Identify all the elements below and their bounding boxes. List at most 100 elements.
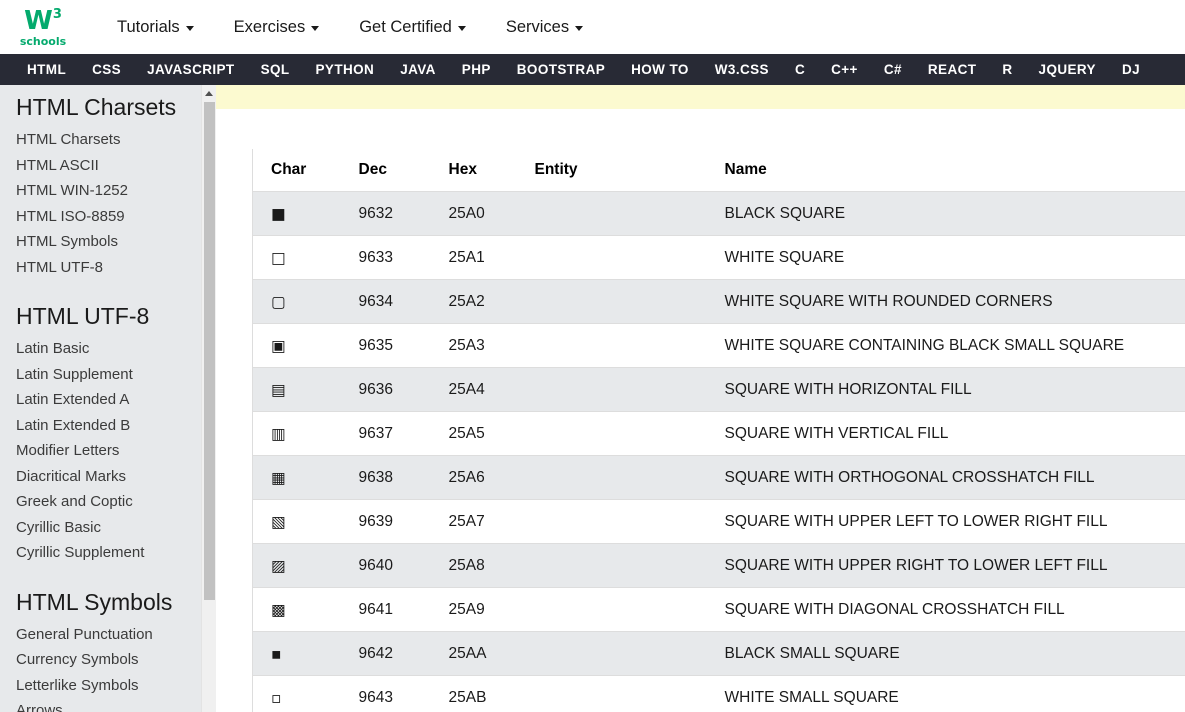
table-row: ▦ 9638 25A6 SQUARE WITH ORTHOGONAL CROSSHAT… [252,455,1185,500]
sidebar-heading-html-charsets: HTML Charsets [16,94,177,120]
table-row: ▫ 9643 25AB WHITE SMALL SQUARE [252,675,1185,712]
cell-dec: 9637 [340,411,431,456]
charset-table-body: ■ 9632 25A0 BLACK SQUARE □ 9633 25A1 WHITE SQUA… [252,191,1185,712]
cell-entity [516,367,707,412]
cell-entity [516,323,707,368]
nav-item-dj[interactable]: DJ [1109,62,1153,77]
nav-item-c[interactable]: C++ [818,62,871,77]
sidebar-item-html-ascii[interactable]: HTML ASCII [16,153,216,179]
category-nav-bar: HTML CSS JAVASCRIPT SQL PYTHON JAVA PHP BOOTSTR… [0,54,1185,85]
nav-item-jquery[interactable]: JQUERY [1026,62,1109,77]
cell-hex: 25A7 [430,499,517,544]
nav-item-css[interactable]: CSS [79,62,134,77]
sidebar-item-modifier-letters[interactable]: Modifier Letters [16,438,216,464]
sidebar-item-latin-basic[interactable]: Latin Basic [16,336,216,362]
nav-item-c[interactable]: C# [871,62,915,77]
sidebar-item-latin-extended-b[interactable]: Latin Extended B [16,413,216,439]
sidebar-scrollbar[interactable] [201,85,216,712]
cell-char: ▩ [252,587,341,632]
cell-hex: 25AB [430,675,517,712]
nav-item-w3-css[interactable]: W3.CSS [702,62,782,77]
scroll-up-arrow-icon[interactable] [202,85,216,102]
nav-item-sql[interactable]: SQL [248,62,303,77]
cell-dec: 9640 [340,543,431,588]
cell-name: WHITE SQUARE WITH ROUNDED CORNERS [706,279,1185,324]
charset-table-header-row: Char Dec Hex Entity Name [252,149,1185,192]
sidebar-item-html-iso-8859[interactable]: HTML ISO-8859 [16,204,216,230]
column-header-name: Name [706,149,1185,192]
cell-char: ▨ [252,543,341,588]
cell-char: ▢ [252,279,341,324]
cell-dec: 9633 [340,235,431,280]
cell-char: ▤ [252,367,341,412]
nav-item-javascript[interactable]: JAVASCRIPT [134,62,248,77]
cell-hex: 25A1 [430,235,517,280]
top-menu-item-label: Services [505,17,570,36]
nav-item-php[interactable]: PHP [449,62,504,77]
cell-name: WHITE SQUARE CONTAINING BLACK SMALL SQUA… [706,323,1185,368]
column-header-dec: Dec [340,149,431,192]
chevron-down-icon [185,25,194,31]
sidebar-item-latin-extended-a[interactable]: Latin Extended A [16,387,216,413]
nav-item-java[interactable]: JAVA [387,62,449,77]
top-menu-item-get-certified[interactable]: Get Certified [346,18,479,37]
nav-item-r[interactable]: R [989,62,1025,77]
charset-table-head: Char Dec Hex Entity Name [252,149,1185,192]
sidebar-item-diacritical-marks[interactable]: Diacritical Marks [16,464,216,490]
logo-mark: W 3 [24,8,62,34]
cell-name: SQUARE WITH VERTICAL FILL [706,411,1185,456]
w3schools-logo[interactable]: W 3 schools [14,8,72,47]
cell-dec: 9639 [340,499,431,544]
table-row: □ 9633 25A1 WHITE SQUARE [252,235,1185,280]
nav-item-react[interactable]: REACT [915,62,990,77]
sidebar-item-currency-symbols[interactable]: Currency Symbols [16,647,216,673]
cell-char: ▥ [252,411,341,456]
sidebar-heading-html-utf-8: HTML UTF-8 [16,303,150,329]
chevron-down-icon [311,25,320,31]
sidebar-content: HTML Charsets HTML Charsets HTML ASCII HTML… [0,85,216,712]
sidebar-item-cyrillic-basic[interactable]: Cyrillic Basic [16,515,216,541]
cell-char: ▪ [252,631,341,676]
nav-item-html[interactable]: HTML [14,62,79,77]
sidebar-item-latin-supplement[interactable]: Latin Supplement [16,362,216,388]
table-row: ▩ 9641 25A9 SQUARE WITH DIAGONAL CROSSHATCH… [252,587,1185,632]
top-menu-item-exercises[interactable]: Exercises [221,18,333,37]
chevron-down-icon [575,25,584,31]
top-menu-item-label: Exercises [233,17,306,36]
top-menu-item-label: Get Certified [359,17,452,36]
sidebar-item-html-charsets[interactable]: HTML Charsets [16,127,216,153]
nav-item-python[interactable]: PYTHON [303,62,388,77]
sidebar: HTML Charsets HTML Charsets HTML ASCII HTML… [0,85,216,712]
sidebar-item-general-punctuation[interactable]: General Punctuation [16,622,216,648]
sidebar-item-letterlike-symbols[interactable]: Letterlike Symbols [16,673,216,699]
page-body: HTML Charsets HTML Charsets HTML ASCII HTML… [0,85,1185,712]
sidebar-item-html-win-1252[interactable]: HTML WIN-1252 [16,178,216,204]
nav-item-bootstrap[interactable]: BOOTSTRAP [504,62,618,77]
sidebar-item-html-utf-8[interactable]: HTML UTF-8 [16,255,216,281]
cell-entity [516,235,707,280]
cell-hex: 25A5 [430,411,517,456]
table-row: ▤ 9636 25A4 SQUARE WITH HORIZONTAL FILL [252,367,1185,412]
sidebar-scrollbar-thumb[interactable] [204,102,215,600]
cell-hex: 25A0 [430,191,517,236]
column-header-char: Char [252,149,341,192]
top-menu-item-services[interactable]: Services [493,18,596,37]
logo-schools-text: schools [19,34,67,48]
table-row: ▨ 9640 25A8 SQUARE WITH UPPER RIGHT TO LOWE… [252,543,1185,588]
cell-dec: 9641 [340,587,431,632]
sidebar-item-cyrillic-supplement[interactable]: Cyrillic Supplement [16,540,216,566]
cell-hex: 25A9 [430,587,517,632]
table-row: ▢ 9634 25A2 WHITE SQUARE WITH ROUNDED CORNE… [252,279,1185,324]
cell-char: ▧ [252,499,341,544]
table-row: ▧ 9639 25A7 SQUARE WITH UPPER LEFT TO LOWER… [252,499,1185,544]
top-menu-item-tutorials[interactable]: Tutorials [104,18,207,37]
table-row: ▣ 9635 25A3 WHITE SQUARE CONTAINING BLACK S… [252,323,1185,368]
sidebar-item-greek-and-coptic[interactable]: Greek and Coptic [16,489,216,515]
sidebar-item-html-symbols[interactable]: HTML Symbols [16,229,216,255]
cell-name: WHITE SQUARE [706,235,1185,280]
nav-item-how-to[interactable]: HOW TO [618,62,702,77]
cell-dec: 9634 [340,279,431,324]
sidebar-item-arrows[interactable]: Arrows [16,698,216,712]
cell-hex: 25A4 [430,367,517,412]
nav-item-c[interactable]: C [782,62,818,77]
